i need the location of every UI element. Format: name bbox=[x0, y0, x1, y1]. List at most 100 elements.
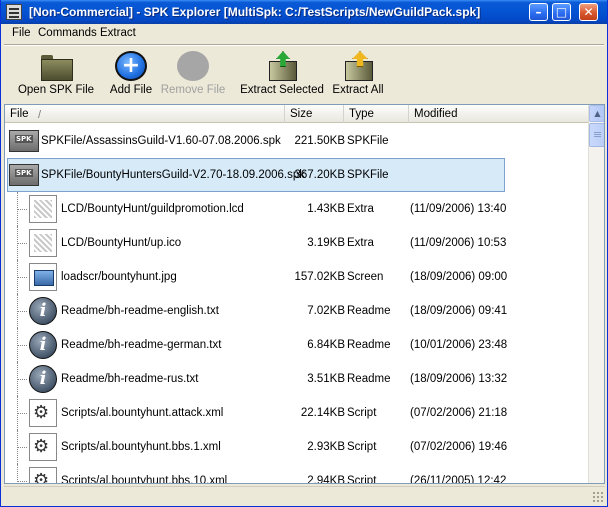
script-icon bbox=[29, 433, 57, 461]
list-item[interactable]: Scripts/al.bountyhunt.bbs.10.xml 2.94KBSc… bbox=[5, 464, 588, 484]
tree-branch bbox=[17, 413, 27, 414]
tree-branch bbox=[17, 311, 27, 312]
remove-file-button[interactable]: Remove File bbox=[160, 47, 226, 100]
info-icon bbox=[29, 331, 57, 359]
tree-branch bbox=[17, 209, 27, 210]
title-bar[interactable]: [Non-Commercial] - SPK Explorer [MultiSp… bbox=[1, 0, 607, 24]
column-header-file[interactable]: File / bbox=[5, 105, 285, 123]
file-type: Extra bbox=[347, 237, 374, 249]
info-icon bbox=[29, 365, 57, 393]
file-size: 2.93KB bbox=[307, 441, 345, 453]
add-file-button[interactable]: Add File bbox=[106, 47, 156, 100]
file-modified: (11/09/2006) 13:40 bbox=[410, 203, 507, 215]
list-item[interactable]: Scripts/al.bountyhunt.bbs.1.xml 2.93KBScr… bbox=[5, 430, 588, 464]
spk-package-icon bbox=[9, 127, 39, 155]
scroll-up-button[interactable]: ▲ bbox=[589, 105, 604, 122]
file-modified: (26/11/2005) 12:42 bbox=[410, 475, 507, 484]
file-size: 22.14KB bbox=[300, 407, 345, 419]
scroll-thumb[interactable] bbox=[589, 123, 604, 147]
tree-branch bbox=[17, 481, 27, 482]
app-icon[interactable] bbox=[6, 4, 22, 20]
file-type: SPKFile bbox=[347, 135, 389, 147]
list-item[interactable]: loadscr/bountyhunt.jpg 157.02KB Screen (18/… bbox=[5, 260, 588, 294]
file-type: Script bbox=[347, 475, 377, 484]
toolbar: Open SPK File Add File Remove File Extra… bbox=[4, 47, 604, 102]
list-item[interactable]: Scripts/al.bountyhunt.attack.xml 22.14KBS… bbox=[5, 396, 588, 430]
file-list[interactable]: File / Size Type Modified SPKFile/Assass… bbox=[4, 104, 605, 484]
extract-all-button[interactable]: Extract All bbox=[330, 47, 386, 100]
file-size: 367.20KB bbox=[294, 169, 345, 181]
list-item[interactable]: SPKFile/BountyHuntersGuild-V2.70-18.09.2… bbox=[5, 158, 588, 192]
list-item[interactable]: Readme/bh-readme-german.txt 6.84KBReadme (… bbox=[5, 328, 588, 362]
file-modified: (18/09/2006) 09:00 bbox=[410, 271, 508, 283]
extract-all-icon bbox=[342, 51, 374, 81]
file-modified: (10/01/2006) 23:48 bbox=[410, 339, 508, 351]
file-name: LCD/BountyHunt/guildpromotion.lcd bbox=[61, 203, 244, 215]
menu-file[interactable]: File bbox=[12, 27, 31, 39]
minimize-button[interactable]: – bbox=[529, 3, 548, 21]
open-spk-label: Open SPK File bbox=[17, 84, 95, 96]
list-header: File / Size Type Modified bbox=[5, 105, 588, 123]
file-type: Script bbox=[347, 441, 377, 453]
column-header-modified[interactable]: Modified bbox=[409, 105, 588, 123]
file-type: Readme bbox=[347, 373, 391, 385]
window-title: [Non-Commercial] - SPK Explorer [MultiSp… bbox=[29, 5, 481, 19]
file-name: Readme/bh-readme-rus.txt bbox=[61, 373, 199, 385]
vertical-scrollbar[interactable]: ▲ bbox=[588, 105, 604, 483]
open-spk-button[interactable]: Open SPK File bbox=[14, 47, 98, 100]
tree-branch bbox=[17, 447, 27, 448]
file-size: 221.50KB bbox=[294, 135, 345, 147]
list-item[interactable]: Readme/bh-readme-rus.txt 3.51KBReadme (18/… bbox=[5, 362, 588, 396]
file-modified: (11/09/2006) 10:53 bbox=[410, 237, 507, 249]
file-modified: (18/09/2006) 09:41 bbox=[410, 305, 508, 317]
app-window: [Non-Commercial] - SPK Explorer [MultiSp… bbox=[0, 0, 608, 507]
status-bar bbox=[4, 486, 605, 504]
column-file-label: File bbox=[10, 108, 29, 120]
maximize-button[interactable]: □ bbox=[552, 3, 571, 21]
file-size: 3.51KB bbox=[307, 373, 345, 385]
file-size: 1.43KB bbox=[307, 203, 345, 215]
list-item[interactable]: SPKFile/AssassinsGuild-V1.60-07.08.2006.… bbox=[5, 124, 588, 158]
menu-commands[interactable]: Commands bbox=[38, 27, 97, 39]
list-item[interactable]: LCD/BountyHunt/up.ico 3.19KB Extra (11/09/2… bbox=[5, 226, 588, 260]
document-icon bbox=[29, 195, 57, 223]
extract-selected-label: Extract Selected bbox=[240, 84, 324, 96]
file-name: Scripts/al.bountyhunt.bbs.1.xml bbox=[61, 441, 221, 453]
tree-branch bbox=[17, 277, 27, 278]
column-header-type[interactable]: Type bbox=[344, 105, 409, 123]
file-type: Screen bbox=[347, 271, 384, 283]
image-icon bbox=[29, 263, 57, 291]
list-item[interactable]: Readme/bh-readme-english.txt 7.02KBReadme… bbox=[5, 294, 588, 328]
file-name: Readme/bh-readme-german.txt bbox=[61, 339, 222, 351]
file-type: Readme bbox=[347, 339, 391, 351]
file-type: Script bbox=[347, 407, 377, 419]
file-size: 6.84KB bbox=[307, 339, 345, 351]
info-icon bbox=[29, 297, 57, 325]
tree-branch bbox=[17, 379, 27, 380]
sort-indicator: / bbox=[38, 109, 42, 121]
file-type: SPKFile bbox=[347, 169, 389, 181]
extract-selected-icon bbox=[266, 51, 298, 81]
file-modified: (18/09/2006) 13:32 bbox=[410, 373, 508, 385]
close-button[interactable]: ✕ bbox=[579, 3, 598, 21]
column-header-size[interactable]: Size bbox=[285, 105, 344, 123]
file-modified: (07/02/2006) 19:46 bbox=[410, 441, 508, 453]
file-name: Scripts/al.bountyhunt.bbs.10.xml bbox=[61, 475, 228, 484]
resize-grip[interactable] bbox=[592, 491, 603, 502]
file-name: loadscr/bountyhunt.jpg bbox=[61, 271, 177, 283]
document-icon bbox=[29, 229, 57, 257]
add-icon bbox=[115, 51, 147, 81]
extract-selected-button[interactable]: Extract Selected bbox=[240, 47, 324, 100]
remove-file-label: Remove File bbox=[160, 84, 226, 96]
file-size: 7.02KB bbox=[307, 305, 345, 317]
menu-extract[interactable]: Extract bbox=[100, 27, 136, 39]
file-size: 157.02KB bbox=[294, 271, 345, 283]
spk-package-icon bbox=[9, 161, 39, 189]
add-file-label: Add File bbox=[109, 84, 153, 96]
list-item[interactable]: LCD/BountyHunt/guildpromotion.lcd 1.43KB E… bbox=[5, 192, 588, 226]
file-name: Readme/bh-readme-english.txt bbox=[61, 305, 219, 317]
file-type: Readme bbox=[347, 305, 391, 317]
file-modified: (07/02/2006) 21:18 bbox=[410, 407, 508, 419]
tree-branch bbox=[17, 345, 27, 346]
file-name: Scripts/al.bountyhunt.attack.xml bbox=[61, 407, 224, 419]
